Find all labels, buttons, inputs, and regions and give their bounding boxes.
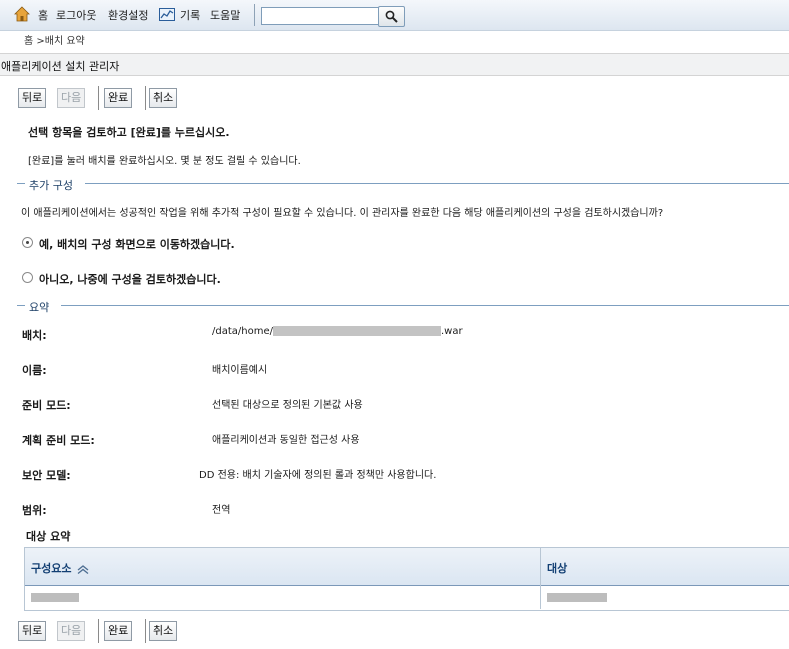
radio-configure-later[interactable] [22, 272, 33, 283]
column-divider [540, 548, 541, 609]
summary-value-plan-staging-mode: 애플리케이션과 동일한 접근성 사용 [212, 435, 360, 446]
summary-label: 범위: [22, 504, 47, 517]
breadcrumb-home[interactable]: 홈 [24, 36, 33, 47]
button-divider [98, 86, 99, 110]
chart-icon[interactable] [159, 8, 175, 21]
column-header-component[interactable]: 구성요소 [31, 548, 89, 585]
summary-header: 요약 [17, 299, 789, 315]
home-icon[interactable] [14, 6, 30, 22]
back-button[interactable]: 뒤로 [18, 88, 47, 108]
search-button[interactable] [378, 6, 405, 27]
summary-label: 계획 준비 모드: [22, 434, 95, 447]
summary-label: 이름: [22, 364, 47, 377]
instruction-main: 선택 항목을 검토하고 [완료]를 누르십시오. [28, 126, 230, 139]
redacted-path [272, 326, 441, 336]
sort-ascending-icon[interactable] [77, 564, 89, 574]
page-title: 애플리케이션 설치 관리자 [1, 60, 120, 73]
logout-link[interactable]: 로그아웃 [56, 7, 96, 23]
column-header-target[interactable]: 대상 [547, 548, 567, 585]
next-button[interactable]: 다음 [57, 88, 86, 108]
page-title-bar: 애플리케이션 설치 관리자 [0, 53, 789, 76]
button-divider [145, 86, 146, 110]
summary-value-staging-mode: 선택된 대상으로 정의된 기본값 사용 [212, 400, 363, 411]
search-icon [385, 10, 398, 23]
section-title: 추가 구성 [29, 177, 77, 193]
finish-button[interactable]: 완료 [104, 621, 133, 641]
top-toolbar: 홈 로그아웃 환경설정 기록 도움말 [0, 0, 789, 31]
redacted-target-cell [547, 593, 607, 602]
target-summary-title: 대상 요약 [26, 530, 71, 543]
home-link[interactable]: 홈 [38, 7, 48, 23]
preferences-link[interactable]: 환경설정 [108, 7, 148, 23]
summary-value-scope: 전역 [212, 505, 231, 516]
search-input[interactable] [261, 7, 379, 25]
redacted-component-cell [31, 593, 79, 602]
finish-button[interactable]: 완료 [104, 88, 133, 108]
summary-label: 보안 모델: [22, 469, 71, 482]
toolbar-divider [254, 4, 255, 26]
summary-label: 준비 모드: [22, 399, 71, 412]
additional-config-header: 추가 구성 [17, 177, 789, 193]
button-divider [98, 619, 99, 643]
target-summary-table: 구성요소 대상 [24, 547, 789, 611]
additional-config-description: 이 애플리케이션에서는 성공적인 작업을 위해 추가적 구성이 필요할 수 있습… [21, 208, 664, 219]
summary-label: 배치: [22, 329, 47, 342]
radio-configure-now-label[interactable]: 예, 배치의 구성 화면으로 이동하겠습니다. [39, 236, 235, 252]
summary-value-security-model: DD 전용: 배치 기술자에 정의된 롤과 정책만 사용합니다. [199, 470, 437, 481]
table-header: 구성요소 대상 [25, 548, 789, 586]
button-divider [145, 619, 146, 643]
radio-configure-now[interactable] [22, 237, 33, 248]
help-link[interactable]: 도움말 [210, 7, 240, 23]
summary-value-name: 배치이름예시 [212, 365, 268, 376]
history-link[interactable]: 기록 [180, 7, 200, 23]
next-button[interactable]: 다음 [57, 621, 86, 641]
summary-value-deployment: /data/home/.war [212, 326, 463, 337]
breadcrumb-current: >배치 요약 [33, 36, 85, 47]
breadcrumb: 홈 >배치 요약 [24, 32, 85, 47]
instruction-sub: [완료]를 눌러 배치를 완료하십시오. 몇 분 정도 걸릴 수 있습니다. [28, 156, 301, 167]
section-title: 요약 [29, 299, 54, 315]
cancel-button[interactable]: 취소 [149, 88, 178, 108]
cancel-button[interactable]: 취소 [149, 621, 178, 641]
radio-configure-later-label[interactable]: 아니오, 나중에 구성을 검토하겠습니다. [39, 271, 221, 287]
back-button[interactable]: 뒤로 [18, 621, 47, 641]
